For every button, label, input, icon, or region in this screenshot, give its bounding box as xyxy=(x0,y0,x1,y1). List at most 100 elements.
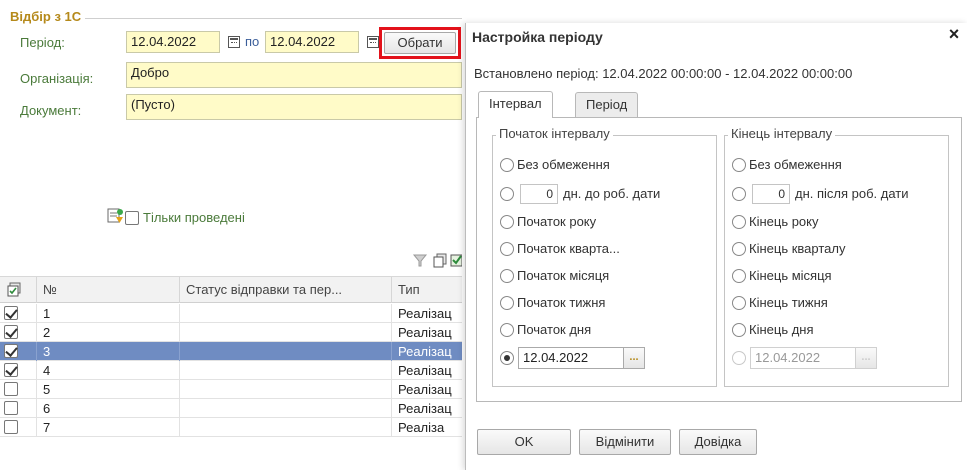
ok-button[interactable]: OK xyxy=(477,429,571,455)
row-check-cell xyxy=(0,418,37,437)
end-days-input[interactable]: 0 xyxy=(752,184,790,204)
table-row[interactable]: 6 Реалізац xyxy=(0,399,462,418)
help-button[interactable]: Довідка xyxy=(679,429,757,455)
end-date-radio[interactable] xyxy=(732,351,746,365)
calendar-to-icon[interactable] xyxy=(367,36,379,48)
row-status xyxy=(180,342,392,361)
table-row[interactable]: 4 Реалізац xyxy=(0,361,462,380)
row-type: Реалізац xyxy=(398,401,452,416)
header-type[interactable]: Тип xyxy=(392,277,462,303)
row-checkbox[interactable] xyxy=(4,401,18,415)
row-checkbox[interactable] xyxy=(4,344,18,358)
end-no-limit-label: Без обмеження xyxy=(749,157,842,172)
header-check-icon xyxy=(7,282,21,297)
end-date-input[interactable]: 12.04.2022 xyxy=(750,347,856,369)
close-icon[interactable]: × xyxy=(945,25,963,43)
table-row[interactable]: 3 Реалізац xyxy=(0,342,462,361)
start-days-input[interactable]: 0 xyxy=(520,184,558,204)
start-no-limit-label: Без обмеження xyxy=(517,157,610,172)
row-checkbox[interactable] xyxy=(4,363,18,377)
filter-group-title: Відбір з 1С xyxy=(10,9,86,24)
date-from-field[interactable]: 12.04.2022 xyxy=(126,31,220,53)
table-row[interactable]: 2 Реалізац xyxy=(0,323,462,342)
doc-field[interactable]: (Пусто) xyxy=(126,94,462,120)
end-month-radio[interactable] xyxy=(732,269,746,283)
row-checkbox[interactable] xyxy=(4,325,18,339)
cancel-button[interactable]: Відмінити xyxy=(579,429,671,455)
dialog-title: Настройка періоду xyxy=(472,29,603,45)
copy-icon[interactable] xyxy=(432,252,448,268)
end-quarter-radio[interactable] xyxy=(732,242,746,256)
start-date-radio[interactable] xyxy=(500,351,514,365)
table-row[interactable]: 1 Реалізац xyxy=(0,304,462,323)
start-date-input[interactable]: 12.04.2022 xyxy=(518,347,624,369)
start-interval-title: Початок інтервалу xyxy=(496,126,613,141)
end-year-label: Кінець року xyxy=(749,214,819,229)
end-month-label: Кінець місяця xyxy=(749,268,832,283)
row-check-cell xyxy=(0,399,37,418)
row-type: Реалізац xyxy=(398,344,452,359)
start-days-label: дн. до роб. дати xyxy=(563,186,661,201)
row-num: 6 xyxy=(37,399,180,418)
end-week-label: Кінець тижня xyxy=(749,295,828,310)
start-month-label: Початок місяця xyxy=(517,268,610,283)
start-week-radio[interactable] xyxy=(500,296,514,310)
period-settings-dialog: Настройка періоду × Встановлено період: … xyxy=(465,23,967,470)
row-num: 2 xyxy=(37,323,180,342)
end-date-picker-button[interactable]: ... xyxy=(855,347,877,369)
row-num: 5 xyxy=(37,380,180,399)
period-info-text: Встановлено період: 12.04.2022 00:00:00 … xyxy=(474,66,853,81)
start-day-radio[interactable] xyxy=(500,323,514,337)
row-status xyxy=(180,323,392,342)
end-days-label: дн. після роб. дати xyxy=(795,186,909,201)
start-date-picker-button[interactable]: ... xyxy=(623,347,645,369)
org-field[interactable]: Добро xyxy=(126,62,462,88)
period-label: Період: xyxy=(20,35,65,50)
date-to-field[interactable]: 12.04.2022 xyxy=(265,31,359,53)
calendar-from-icon[interactable] xyxy=(228,36,240,48)
start-days-radio[interactable] xyxy=(500,187,514,201)
row-check-cell xyxy=(0,304,37,323)
end-no-limit-radio[interactable] xyxy=(732,158,746,172)
start-year-radio[interactable] xyxy=(500,215,514,229)
only-posted-checkbox[interactable] xyxy=(125,211,139,225)
tab-interval[interactable]: Інтервал xyxy=(478,91,553,118)
tab-period[interactable]: Період xyxy=(575,92,639,118)
end-day-radio[interactable] xyxy=(732,323,746,337)
end-interval-title: Кінець інтервалу xyxy=(728,126,836,141)
row-checkbox[interactable] xyxy=(4,306,18,320)
end-quarter-label: Кінець кварталу xyxy=(749,241,846,256)
start-month-radio[interactable] xyxy=(500,269,514,283)
end-year-radio[interactable] xyxy=(732,215,746,229)
start-no-limit-radio[interactable] xyxy=(500,158,514,172)
row-type: Реалізац xyxy=(398,325,452,340)
grid-header: № Статус відправки та пер... Тип xyxy=(0,277,462,303)
row-status xyxy=(180,304,392,323)
start-quarter-radio[interactable] xyxy=(500,242,514,256)
header-status[interactable]: Статус відправки та пер... xyxy=(180,277,392,303)
end-days-radio[interactable] xyxy=(732,187,746,201)
row-check-cell xyxy=(0,342,37,361)
row-type: Реаліза xyxy=(398,420,445,435)
row-check-cell xyxy=(0,361,37,380)
row-checkbox[interactable] xyxy=(4,382,18,396)
start-day-label: Початок дня xyxy=(517,322,592,337)
filter-icon[interactable] xyxy=(412,252,428,268)
group-divider xyxy=(62,18,462,19)
only-posted-label: Тільки проведені xyxy=(143,210,245,225)
table-row[interactable]: 7 Реаліза xyxy=(0,418,462,437)
header-check-column[interactable] xyxy=(0,277,37,303)
end-week-radio[interactable] xyxy=(732,296,746,310)
highlight-frame xyxy=(379,27,461,59)
header-num[interactable]: № xyxy=(37,277,180,303)
row-num: 4 xyxy=(37,361,180,380)
row-status xyxy=(180,399,392,418)
row-checkbox[interactable] xyxy=(4,420,18,434)
table-row[interactable]: 5 Реалізац xyxy=(0,380,462,399)
row-num: 3 xyxy=(37,342,180,361)
row-status xyxy=(180,380,392,399)
row-status xyxy=(180,361,392,380)
check-all-icon[interactable] xyxy=(450,252,462,268)
refresh-docs-icon[interactable] xyxy=(106,207,124,225)
row-num: 1 xyxy=(37,304,180,323)
